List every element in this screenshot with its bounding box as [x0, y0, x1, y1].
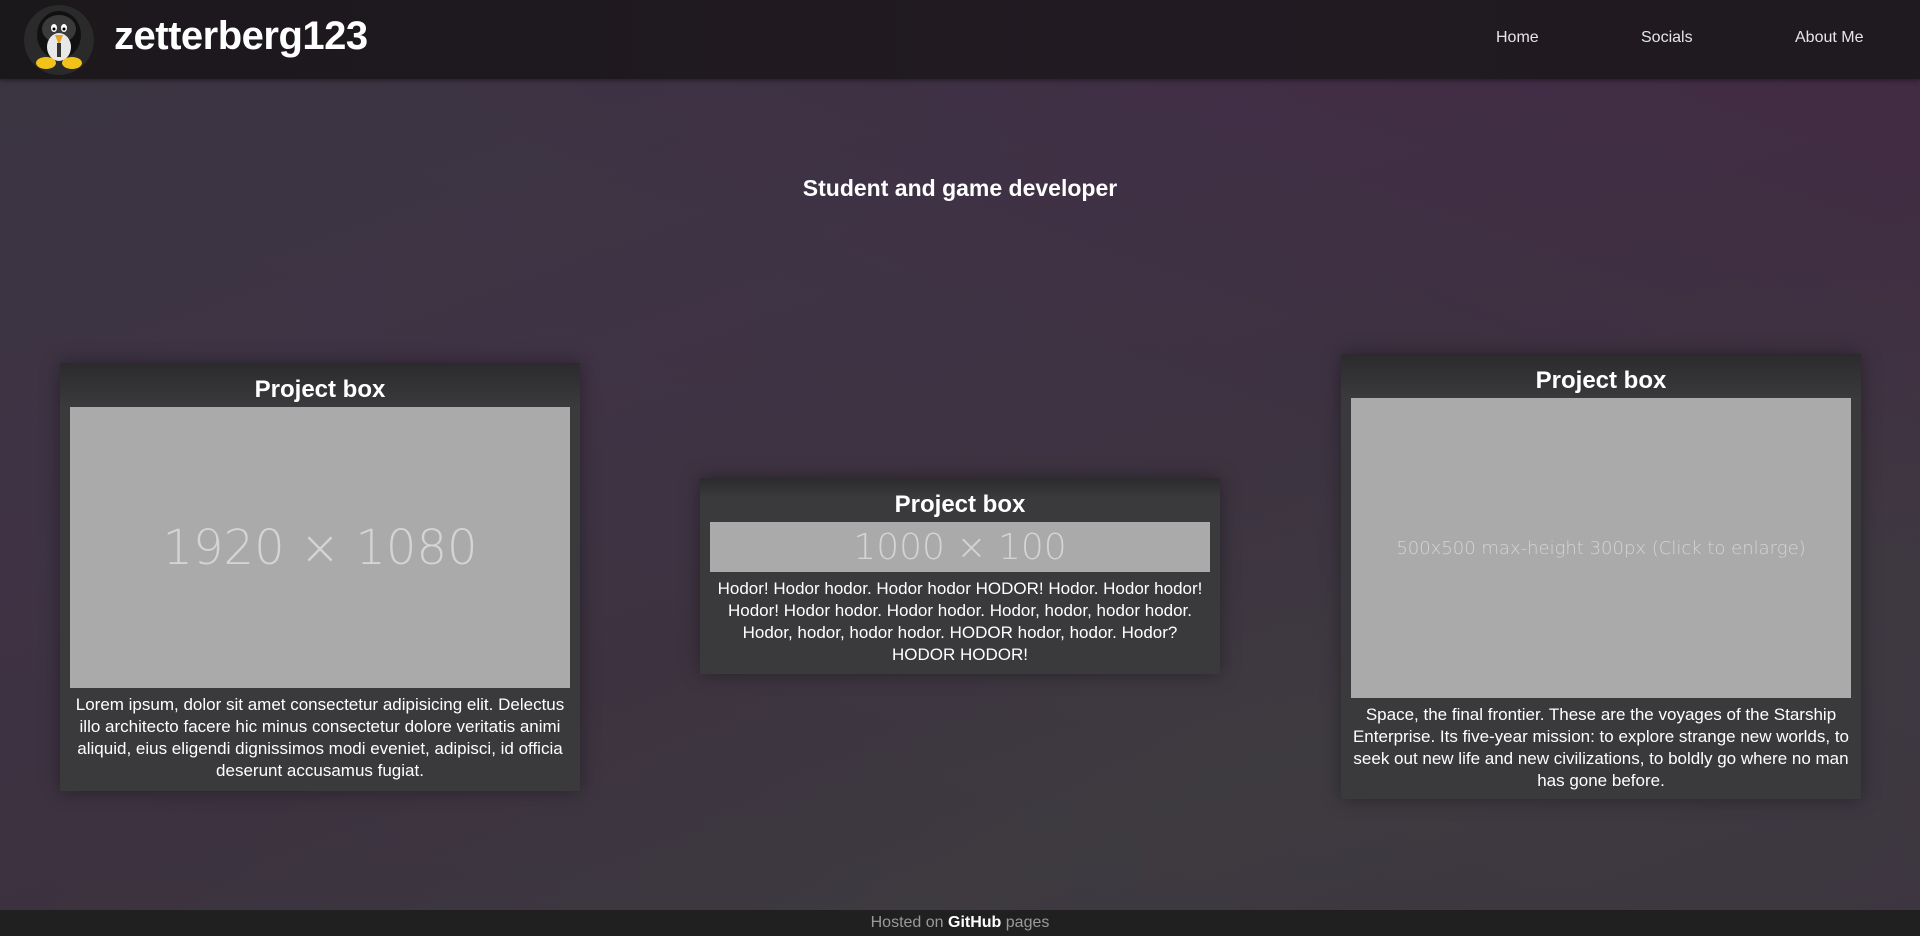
project-description: Space, the final frontier. These are the…	[1352, 705, 1850, 790]
project-title: Project box	[254, 376, 386, 403]
page-footer: Hosted on GitHub pages	[0, 910, 1920, 936]
nav-socials[interactable]: Socials	[1641, 29, 1693, 47]
nav-home[interactable]: Home	[1496, 29, 1539, 47]
footer-suffix: pages	[1001, 914, 1050, 931]
footer-prefix: Hosted on	[870, 914, 948, 931]
project-box-3: Project box 500x500 max-height 300px (Cl…	[1341, 354, 1861, 799]
placeholder-label: 1920 × 1080	[162, 519, 478, 576]
project-image-placeholder[interactable]: 500x500 max-height 300px (Click to enlar…	[1351, 398, 1851, 698]
page-tagline: Student and game developer	[802, 175, 1118, 201]
placeholder-label: 1000 × 100	[853, 526, 1067, 568]
site-title[interactable]: zetterberg123	[114, 14, 368, 59]
project-image-placeholder[interactable]: 1920 × 1080	[70, 407, 570, 688]
project-box-1: Project box 1920 × 1080 Lorem ipsum, dol…	[60, 363, 580, 791]
placeholder-label: 500x500 max-height 300px (Click to enlar…	[1396, 537, 1806, 559]
project-description: Lorem ipsum, dolor sit amet consectetur …	[75, 695, 565, 780]
project-image-placeholder[interactable]: 1000 × 100	[710, 522, 1210, 572]
tux-penguin-avatar-icon[interactable]	[24, 5, 94, 75]
project-description: Hodor! Hodor hodor. Hodor hodor HODOR! H…	[717, 579, 1203, 664]
top-navbar: zetterberg123 Home Socials About Me	[0, 0, 1920, 79]
project-title: Project box	[894, 491, 1026, 518]
project-box-2: Project box 1000 × 100 Hodor! Hodor hodo…	[700, 478, 1220, 674]
github-link[interactable]: GitHub	[948, 914, 1001, 931]
nav-about-me[interactable]: About Me	[1795, 29, 1863, 47]
project-title: Project box	[1535, 367, 1667, 394]
